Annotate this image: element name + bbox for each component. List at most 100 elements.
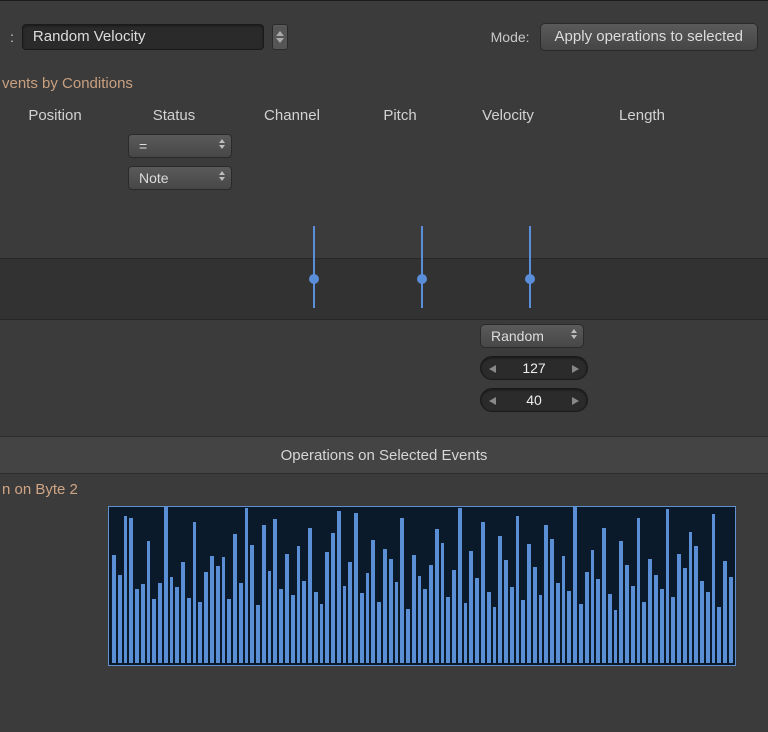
graph-bar [602, 528, 606, 663]
decrement-icon[interactable] [489, 397, 496, 405]
graph-bar [198, 602, 202, 663]
increment-icon[interactable] [572, 365, 579, 373]
increment-icon[interactable] [572, 397, 579, 405]
column-headers: Position Status Channel Pitch Velocity L… [0, 98, 768, 132]
graph-bar [152, 599, 156, 663]
graph-bar [441, 543, 445, 663]
conditions-title: vents by Conditions [2, 75, 133, 92]
graph-bar [273, 519, 277, 663]
graph-bar [446, 597, 450, 663]
graph-bar [395, 582, 399, 663]
graph-bar [164, 507, 168, 663]
preview-graph [108, 506, 736, 666]
status-type-select[interactable]: Note [128, 166, 232, 190]
graph-bar [608, 594, 612, 663]
preset-stepper[interactable] [272, 24, 288, 50]
graph-bar [147, 541, 151, 663]
graph-bar [556, 583, 560, 663]
graph-bar [383, 549, 387, 663]
col-pitch: Pitch [346, 107, 454, 124]
col-position: Position [0, 107, 110, 124]
graph-bar [452, 570, 456, 663]
graph-bar [297, 546, 301, 663]
graph-bar [366, 573, 370, 663]
graph-bar [222, 557, 226, 663]
graph-bar [475, 578, 479, 663]
graph-bar [406, 609, 410, 663]
graph-bar [527, 544, 531, 663]
chevron-down-icon [276, 38, 284, 43]
graph-bar [141, 584, 145, 663]
graph-bar [245, 508, 249, 663]
mode-label: Mode: [491, 29, 530, 45]
graph-bar [308, 528, 312, 663]
graph-bar [469, 551, 473, 663]
graph-bar [423, 589, 427, 663]
graph-bar [193, 522, 197, 663]
graph-bar [216, 566, 220, 663]
graph-bar [694, 546, 698, 663]
operations-title: Operations on Selected Events [281, 447, 488, 464]
graph-bar [371, 540, 375, 663]
graph-bar [516, 516, 520, 663]
footer [0, 666, 768, 706]
graph-bar [671, 597, 675, 663]
graph-bar [158, 583, 162, 663]
top-bar: : Random Velocity Mode: Apply operations… [0, 0, 768, 72]
graph-bar [412, 555, 416, 663]
graph-bar [279, 589, 283, 663]
pitch-slider[interactable] [421, 226, 423, 308]
graph-bar [573, 507, 577, 663]
graph-bar [550, 539, 554, 663]
graph-bar [637, 518, 641, 663]
velocity-max-field[interactable]: 127 [480, 356, 588, 380]
mode-value: Apply operations to selected [555, 28, 743, 45]
graph-bar [314, 592, 318, 663]
velocity-mode-select[interactable]: Random [480, 324, 584, 348]
graph-bar [233, 534, 237, 663]
preset-select[interactable]: Random Velocity [22, 24, 264, 50]
graph-bar [124, 516, 128, 663]
graph-bar [660, 589, 664, 663]
graph-bar [337, 511, 341, 663]
graph-bar [539, 595, 543, 663]
graph-bar [533, 567, 537, 663]
channel-slider[interactable] [313, 226, 315, 308]
graph-bar [614, 610, 618, 663]
velocity-min-field[interactable]: 40 [480, 388, 588, 412]
graph-bar [504, 560, 508, 663]
graph-bar [666, 509, 670, 663]
decrement-icon[interactable] [489, 365, 496, 373]
graph-bar [700, 581, 704, 663]
graph-bar [591, 550, 595, 663]
graph-bar [585, 572, 589, 663]
graph-bar [689, 532, 693, 663]
col-status: Status [110, 107, 238, 124]
status-op-select[interactable]: = [128, 134, 232, 158]
graph-bar [493, 607, 497, 664]
operations-header: Operations on Selected Events [0, 436, 768, 474]
graph-bar [135, 589, 139, 663]
graph-bar [429, 565, 433, 663]
graph-bar [320, 604, 324, 663]
chevron-up-icon [571, 329, 577, 333]
mode-select[interactable]: Apply operations to selected [540, 23, 758, 51]
graph-bar [510, 587, 514, 663]
graph-bar [619, 541, 623, 663]
graph-bar [562, 556, 566, 663]
chevron-up-icon [276, 31, 284, 36]
status-op-value: = [139, 138, 147, 154]
graph-bar [360, 593, 364, 663]
graph-bar [129, 518, 133, 663]
col-length: Length [562, 107, 722, 124]
graph-bar [717, 607, 721, 664]
velocity-min-value: 40 [526, 392, 542, 408]
byte2-label: n on Byte 2 [0, 474, 768, 504]
graph-bar [677, 554, 681, 663]
graph-bar [567, 591, 571, 663]
velocity-slider[interactable] [529, 226, 531, 308]
graph-bar [262, 525, 266, 663]
graph-bar [498, 536, 502, 663]
graph-bar [377, 602, 381, 663]
preset-label: : [10, 29, 14, 45]
